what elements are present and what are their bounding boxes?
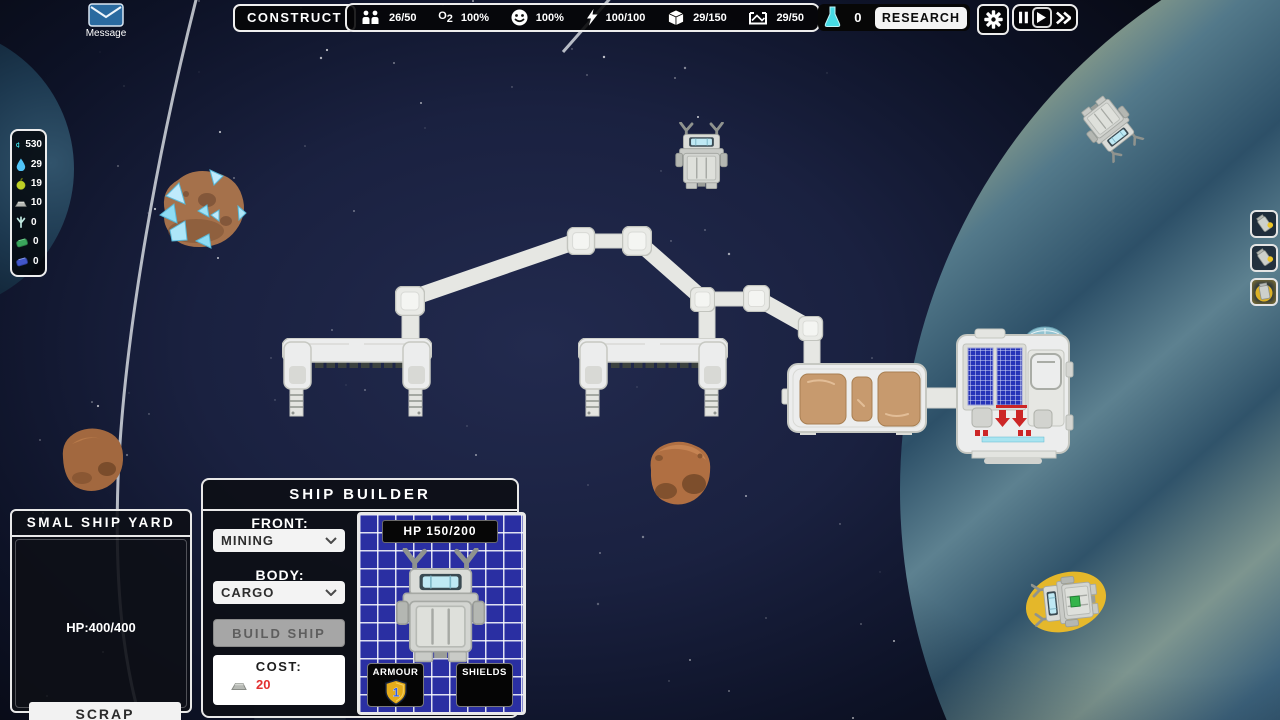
station-junction[interactable] <box>396 287 425 316</box>
mini-ship-icon <box>1253 247 1275 269</box>
station-junction[interactable] <box>798 316 822 340</box>
mining-cargo-ship[interactable] <box>676 123 727 189</box>
cargo-cube-icon <box>667 9 685 27</box>
science-group: 0 RESEARCH <box>818 4 970 31</box>
body-dropdown-value: CARGO <box>221 585 274 600</box>
hangar-module-1[interactable] <box>282 338 432 416</box>
food-row: 19 <box>15 175 42 193</box>
mini-ship-icon-selected <box>1253 281 1275 303</box>
ship-yard-hp: HP:400/400 <box>16 620 186 635</box>
front-dropdown[interactable]: MINING <box>213 529 345 552</box>
storage-resource: 29/150 <box>667 9 727 27</box>
message-label: Message <box>80 28 132 39</box>
armour-shield-icon: 1 <box>385 679 407 706</box>
oxygen-icon: O2 <box>438 10 453 25</box>
asteroid[interactable] <box>63 429 123 492</box>
power-icon <box>586 9 598 26</box>
space-station <box>282 227 1073 465</box>
metal-icon <box>15 196 27 210</box>
water-row: 29 <box>15 155 42 173</box>
space-scene <box>0 0 1280 720</box>
blue-crystal-icon <box>15 254 29 268</box>
water-icon <box>15 157 27 171</box>
mining-cargo-ship[interactable] <box>1074 90 1146 164</box>
selected-ship[interactable] <box>1018 562 1114 643</box>
food-icon <box>15 177 27 191</box>
solar-panel <box>997 348 1022 405</box>
happiness-resource: 100% <box>511 9 564 26</box>
flask-icon <box>824 6 841 29</box>
cost-value: 20 <box>256 677 270 692</box>
solar-panel <box>968 348 993 405</box>
crew-resource: 26/50 <box>361 10 417 25</box>
build-ship-button[interactable]: BUILD SHIP <box>213 619 345 647</box>
ship-list-button-2[interactable] <box>1250 244 1278 272</box>
ice-asteroid[interactable] <box>160 170 246 248</box>
svg-text:C: C <box>16 143 20 149</box>
farm-module[interactable] <box>782 364 926 435</box>
hangar-module-2[interactable] <box>578 338 728 416</box>
research-button[interactable]: RESEARCH <box>875 7 967 29</box>
shields-label: SHIELDS <box>457 667 512 678</box>
station-junction[interactable] <box>567 227 594 254</box>
cost-box: COST: 20 <box>213 655 345 705</box>
message-button[interactable]: Message <box>80 3 132 39</box>
mini-ship-icon <box>1253 213 1275 235</box>
svg-text:1: 1 <box>392 686 399 700</box>
tank-icon <box>748 10 768 26</box>
fast-forward-icon[interactable] <box>1056 11 1071 25</box>
ship-yard-body: HP:400/400 SCRAP <box>15 539 187 708</box>
ship-preview-grid: HP 150/200 ARMOUR 1 SHIELDS <box>357 512 526 715</box>
ship-builder-panel: SHIP BUILDER FRONT: MINING BODY: CARGO B… <box>201 478 519 718</box>
smiley-icon <box>511 9 528 26</box>
plants-row: 0 <box>15 213 42 231</box>
plant-icon <box>15 215 27 229</box>
power-resource: 100/100 <box>586 9 646 26</box>
game-viewport: Message CONSTRUCT 26/50 O2 100% 100% <box>0 0 1280 720</box>
armour-label: ARMOUR <box>368 667 423 678</box>
ship-builder-title: SHIP BUILDER <box>203 480 517 511</box>
blue-crystal-row: 0 <box>15 252 42 270</box>
asteroid[interactable] <box>651 442 711 505</box>
construct-button[interactable]: CONSTRUCT <box>233 4 356 32</box>
front-dropdown-value: MINING <box>221 533 274 548</box>
credits-row: C 530 <box>15 136 42 154</box>
play-icon <box>1037 12 1046 23</box>
preview-hp-badge: HP 150/200 <box>382 520 498 543</box>
pause-icon[interactable] <box>1019 11 1028 24</box>
body-dropdown[interactable]: CARGO <box>213 581 345 604</box>
cost-label: COST: <box>213 659 345 674</box>
green-crystal-icon <box>15 235 29 249</box>
hangar-capacity-resource: 29/50 <box>748 10 804 26</box>
side-resource-panel: C 530 29 19 10 <box>10 129 47 277</box>
credits-icon: C <box>15 138 21 152</box>
settings-button[interactable] <box>977 4 1009 35</box>
green-crystal-row: 0 <box>15 233 42 251</box>
station-junction[interactable] <box>743 285 769 311</box>
resource-bar: 26/50 O2 100% 100% 100/100 <box>345 3 820 32</box>
ship-list-button-1[interactable] <box>1250 210 1278 238</box>
station-junction[interactable] <box>623 227 652 256</box>
speed-controls <box>1012 4 1078 31</box>
oxygen-resource: O2 100% <box>438 10 489 25</box>
ship-yard-panel: SMAL SHIP YARD HP:400/400 SCRAP <box>10 509 192 713</box>
metal-icon <box>231 679 247 691</box>
crew-icon <box>361 10 381 25</box>
science-value: 0 <box>841 10 875 25</box>
ship-list-button-3-selected[interactable] <box>1250 278 1278 306</box>
shields-badge: SHIELDS <box>456 663 513 707</box>
chevron-down-icon <box>325 589 337 596</box>
gear-icon <box>984 10 1003 29</box>
command-module[interactable] <box>957 327 1073 464</box>
play-button-selected[interactable] <box>1032 7 1052 28</box>
station-junction[interactable] <box>690 287 714 311</box>
scrap-button[interactable]: SCRAP <box>29 702 181 720</box>
chevron-down-icon <box>325 537 337 544</box>
armour-badge: ARMOUR 1 <box>367 663 424 707</box>
metal-row: 10 <box>15 194 42 212</box>
ship-yard-title: SMAL SHIP YARD <box>12 511 190 537</box>
envelope-icon <box>88 3 124 27</box>
